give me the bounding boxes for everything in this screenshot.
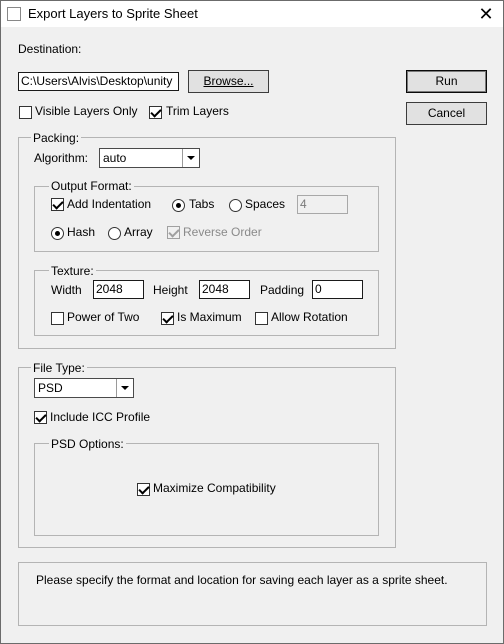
hash-radio[interactable] <box>51 227 64 240</box>
allow-rotation-label: Allow Rotation <box>271 310 348 324</box>
is-maximum-checkbox[interactable] <box>161 312 174 325</box>
visible-layers-only-label: Visible Layers Only <box>35 104 138 118</box>
trim-layers-label: Trim Layers <box>166 104 229 118</box>
title-bar: Export Layers to Sprite Sheet ✕ <box>1 1 503 27</box>
array-label: Array <box>124 225 153 239</box>
close-icon[interactable]: ✕ <box>476 4 496 24</box>
algorithm-select[interactable]: auto <box>99 148 200 168</box>
include-icc-profile-label: Include ICC Profile <box>50 410 151 424</box>
spaces-radio[interactable] <box>229 199 242 212</box>
width-label: Width <box>51 283 82 297</box>
trim-layers-checkbox[interactable] <box>149 106 162 119</box>
help-message: Please specify the format and location f… <box>36 573 448 587</box>
maximize-compatibility-checkbox[interactable] <box>137 483 150 496</box>
add-indentation-label: Add Indentation <box>67 197 152 211</box>
height-input[interactable]: 2048 <box>199 280 250 299</box>
tabs-label: Tabs <box>189 197 215 211</box>
power-of-two-checkbox[interactable] <box>51 312 64 325</box>
chevron-down-icon <box>116 379 133 397</box>
algorithm-select-value: auto <box>103 151 127 165</box>
cancel-button[interactable]: Cancel <box>406 102 487 125</box>
texture-label: Texture: <box>49 264 96 278</box>
packing-label: Packing: <box>31 131 82 145</box>
add-indentation-checkbox[interactable] <box>51 198 64 211</box>
file-type-label: File Type: <box>31 361 87 375</box>
algorithm-label: Algorithm: <box>34 151 89 165</box>
padding-label: Padding <box>260 283 305 297</box>
message-box <box>18 562 487 626</box>
file-type-select[interactable]: PSD <box>34 378 134 398</box>
width-input[interactable]: 2048 <box>93 280 144 299</box>
reverse-order-label: Reverse Order <box>183 225 262 239</box>
window-title: Export Layers to Sprite Sheet <box>28 6 198 21</box>
browse-button-label: Browse... <box>203 74 254 88</box>
chevron-down-icon <box>182 149 199 167</box>
include-icc-profile-checkbox[interactable] <box>34 411 47 424</box>
power-of-two-label: Power of Two <box>67 310 140 324</box>
destination-label: Destination: <box>18 42 82 56</box>
padding-input[interactable]: 0 <box>312 280 363 299</box>
array-radio[interactable] <box>108 227 121 240</box>
browse-button[interactable]: Browse... <box>188 70 269 93</box>
dialog-window: Export Layers to Sprite Sheet ✕ Destinat… <box>0 0 504 644</box>
output-format-label: Output Format: <box>49 179 134 193</box>
psd-options-label: PSD Options: <box>49 437 126 451</box>
maximize-compatibility-label: Maximize Compatibility <box>153 481 276 495</box>
destination-path-input[interactable]: C:\Users\Alvis\Desktop\unity <box>18 72 179 91</box>
reverse-order-checkbox[interactable] <box>167 226 180 239</box>
is-maximum-label: Is Maximum <box>177 310 242 324</box>
visible-layers-only-checkbox[interactable] <box>19 106 32 119</box>
allow-rotation-checkbox[interactable] <box>255 312 268 325</box>
hash-label: Hash <box>67 225 96 239</box>
app-icon <box>7 7 21 21</box>
height-label: Height <box>153 283 188 297</box>
file-type-select-value: PSD <box>38 381 63 395</box>
spaces-label: Spaces <box>245 197 286 211</box>
spaces-count-input[interactable]: 4 <box>297 195 348 214</box>
tabs-radio[interactable] <box>172 199 185 212</box>
run-button[interactable]: Run <box>406 70 487 93</box>
